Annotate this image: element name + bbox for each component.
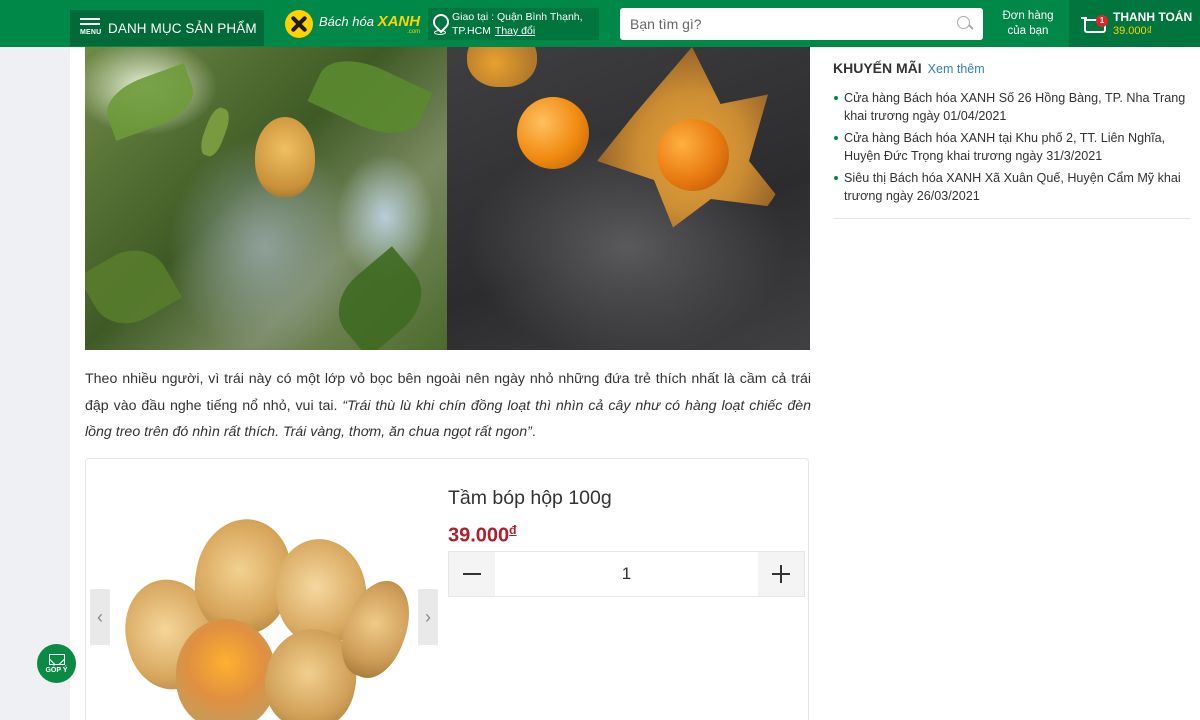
top-header: MENU DANH MỤC SẢN PHẨM Bách hóa XANH .co… [0,0,1200,47]
promotions-sidebar: KHUYẾN MÃI Xem thêm Cửa hàng Bách hóa XAN… [833,60,1190,219]
cape-gooseberry-plant-photo [85,47,447,350]
image-prev-arrow[interactable]: ‹ [90,589,110,645]
plus-icon [772,565,790,583]
category-menu-label: DANH MỤC SẢN PHẨM [108,20,257,36]
feedback-button[interactable]: GÓP Ý [37,644,76,683]
increase-quantity-button[interactable] [758,552,804,596]
change-location-link[interactable]: Thay đổi [495,25,535,37]
promotions-title: KHUYẾN MÃI [833,60,922,76]
checkout-cart-button[interactable]: THANH TOÁN 39.000₫ [1069,0,1200,47]
delivery-location-selector[interactable]: Giao tại : Quận Bình Thạnh, TP.HCM Thay đ… [428,8,599,40]
product-image[interactable] [113,499,422,720]
cart-count-badge: 1 [1096,15,1108,27]
category-menu-button[interactable]: MENU DANH MỤC SẢN PHẨM [70,10,264,46]
product-name[interactable]: Tầm bóp hộp 100g [448,487,612,510]
article-paragraph: Theo nhiều người, vì trái này có một lớp… [85,371,811,440]
hamburger-icon: MENU [80,14,102,42]
mail-icon [48,653,65,665]
minus-icon [463,565,481,583]
image-next-arrow[interactable]: › [418,589,438,645]
search-input[interactable] [630,16,957,32]
promotion-item[interactable]: Siêu thị Bách hóa XANH Xã Xuân Quế, Huyệ… [833,169,1190,205]
quantity-input[interactable] [495,552,758,596]
site-logo[interactable]: Bách hóa XANH .com [285,9,420,39]
your-orders-link[interactable]: Đơn hàng của bạn [993,9,1063,39]
product-card: ‹ › Tầm bóp hộp 100g 39.000đ [85,458,809,720]
search-icon[interactable] [957,16,973,32]
delivery-location-text: Giao tại : Quận Bình Thạnh, TP.HCM Thay đ… [452,11,583,37]
cape-gooseberry-fruit-photo [447,47,810,350]
feedback-label: GÓP Ý [45,666,68,674]
promotions-list: Cửa hàng Bách hóa XANH Số 26 Hồng Bàng, … [833,89,1190,219]
decrease-quantity-button[interactable] [449,552,495,596]
see-more-link[interactable]: Xem thêm [928,62,985,76]
search-bar [620,8,983,40]
logo-wordmark: Bách hóa XANH .com [319,12,421,35]
logo-mark-icon [285,10,313,38]
location-pin-icon [432,14,446,35]
promotion-item[interactable]: Cửa hàng Bách hóa XANH Số 26 Hồng Bàng, … [833,89,1190,125]
promotion-item[interactable]: Cửa hàng Bách hóa XANH tại Khu phố 2, TT… [833,129,1190,165]
quantity-stepper [448,551,805,597]
cart-summary: THANH TOÁN 39.000₫ [1113,9,1193,37]
product-price: 39.000đ [448,523,517,547]
article-hero-image [85,47,810,350]
